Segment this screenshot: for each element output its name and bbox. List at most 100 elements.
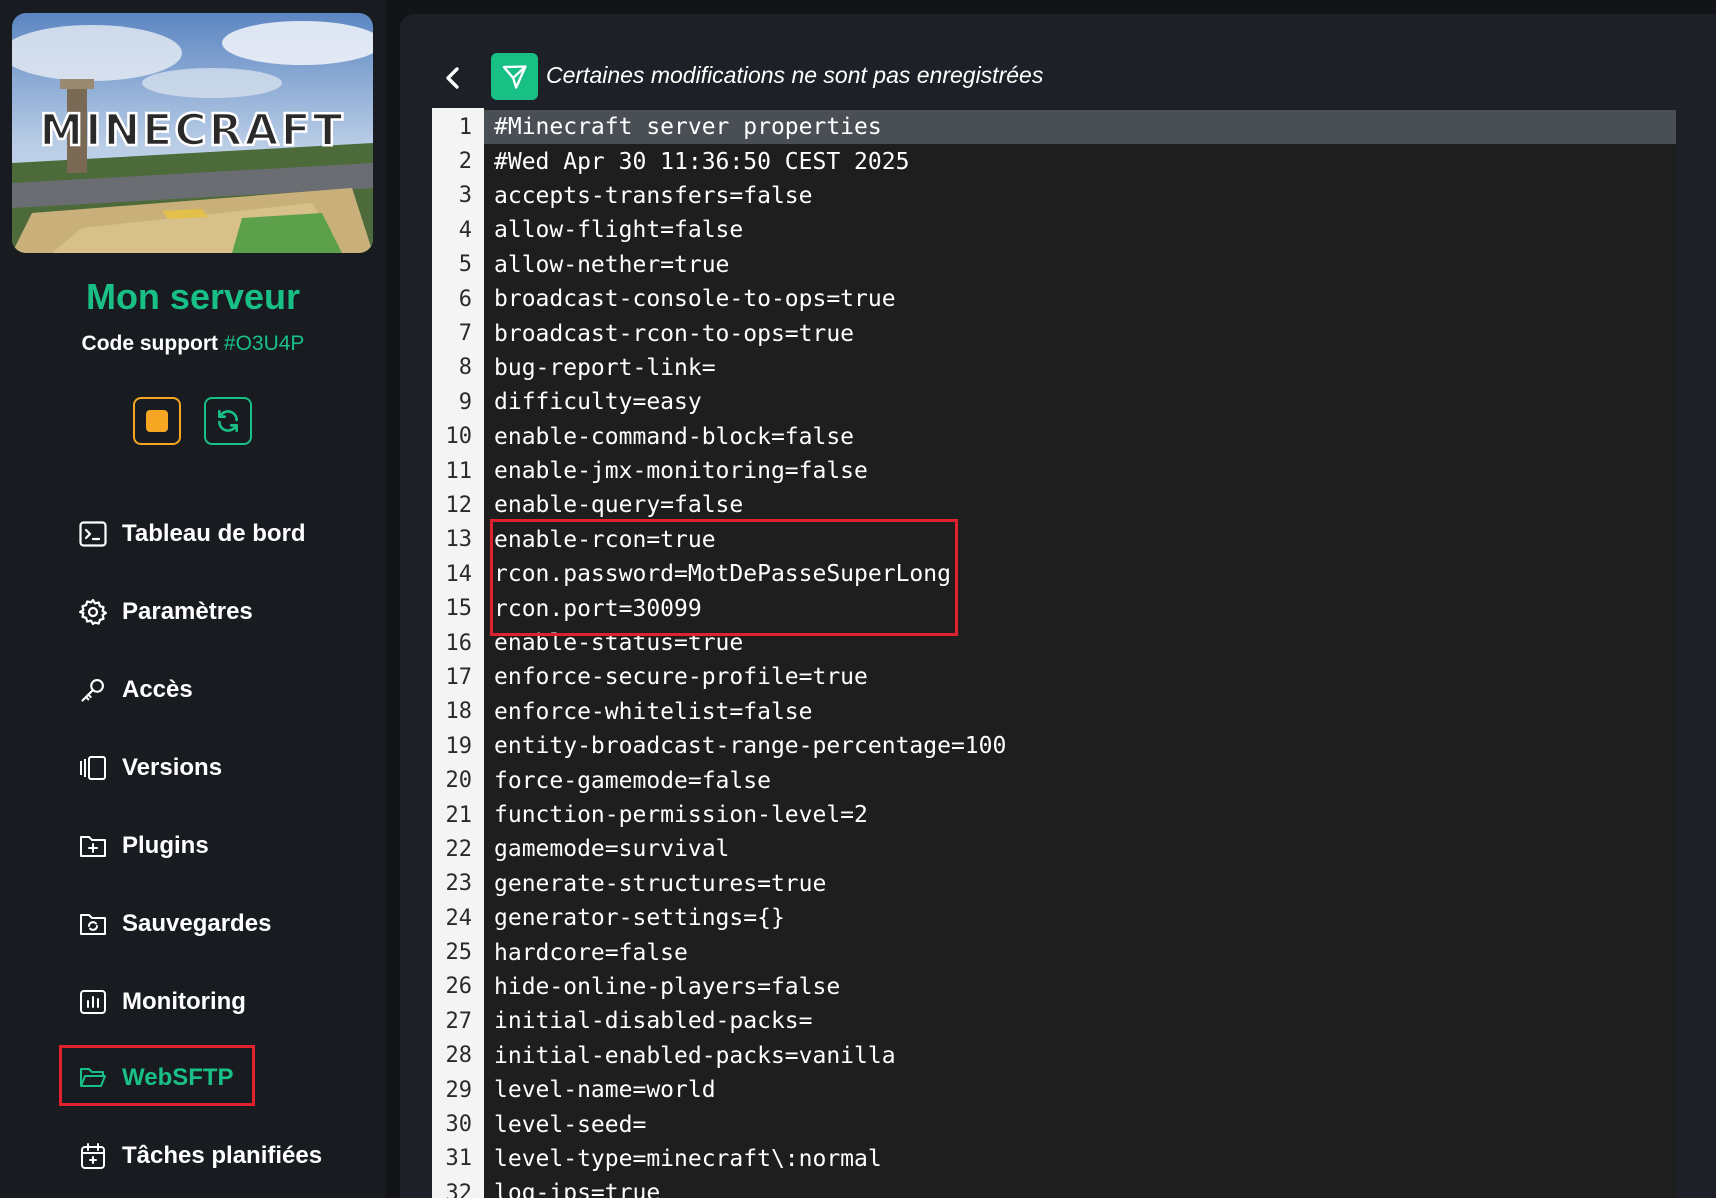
- line-text[interactable]: allow-nether=true: [484, 252, 729, 278]
- terminal-icon: [78, 519, 108, 549]
- line-text[interactable]: gamemode=survival: [484, 836, 729, 862]
- sidebar-item-parametres[interactable]: Paramètres: [78, 587, 378, 637]
- sidebar-item-tableau-de-bord[interactable]: Tableau de bord: [78, 509, 378, 559]
- line-text[interactable]: #Minecraft server properties: [484, 114, 882, 140]
- code-line[interactable]: 2 #Wed Apr 30 11:36:50 CEST 2025: [432, 144, 1676, 178]
- code-line[interactable]: 6 broadcast-console-to-ops=true: [432, 282, 1676, 316]
- code-line[interactable]: 30 level-seed=: [432, 1107, 1676, 1141]
- line-number: 16: [445, 630, 473, 656]
- code-line[interactable]: 3 accepts-transfers=false: [432, 179, 1676, 213]
- line-text[interactable]: broadcast-rcon-to-ops=true: [484, 321, 854, 347]
- save-send-button[interactable]: [491, 53, 538, 100]
- code-line[interactable]: 19 entity-broadcast-range-percentage=100: [432, 729, 1676, 763]
- support-label: Code support: [81, 332, 219, 355]
- code-line[interactable]: 29 level-name=world: [432, 1073, 1676, 1107]
- sidebar-item-label: Versions: [122, 754, 223, 781]
- code-line[interactable]: 9 difficulty=easy: [432, 385, 1676, 419]
- code-line[interactable]: 27 initial-disabled-packs=: [432, 1004, 1676, 1038]
- code-line[interactable]: 10 enable-command-block=false: [432, 420, 1676, 454]
- line-text[interactable]: generate-structures=true: [484, 871, 826, 897]
- line-number: 18: [445, 699, 473, 725]
- line-text[interactable]: difficulty=easy: [484, 389, 702, 415]
- line-text[interactable]: enable-jmx-monitoring=false: [484, 458, 868, 484]
- code-line[interactable]: 7 broadcast-rcon-to-ops=true: [432, 316, 1676, 350]
- code-lines[interactable]: 1 #Minecraft server properties 2 #Wed Apr 3…: [432, 110, 1676, 1198]
- code-line[interactable]: 28 initial-enabled-packs=vanilla: [432, 1039, 1676, 1073]
- line-text[interactable]: function-permission-level=2: [484, 802, 868, 828]
- line-text[interactable]: enforce-whitelist=false: [484, 699, 813, 725]
- line-text[interactable]: accepts-transfers=false: [484, 183, 813, 209]
- line-text[interactable]: log-ips=true: [484, 1180, 660, 1198]
- line-number: 25: [445, 940, 473, 966]
- line-number: 14: [445, 561, 473, 587]
- line-number: 3: [458, 183, 472, 209]
- line-number: 2: [458, 149, 472, 175]
- support-code: #O3U4P: [223, 332, 305, 355]
- line-number: 28: [445, 1043, 473, 1069]
- sidebar-item-versions[interactable]: Versions: [78, 743, 378, 793]
- line-text[interactable]: enforce-secure-profile=true: [484, 664, 868, 690]
- code-line[interactable]: 26 hide-online-players=false: [432, 970, 1676, 1004]
- sidebar-item-plugins[interactable]: Plugins: [78, 821, 378, 871]
- line-number: 24: [445, 905, 473, 931]
- line-text[interactable]: initial-enabled-packs=vanilla: [484, 1043, 896, 1069]
- line-text[interactable]: generator-settings={}: [484, 905, 785, 931]
- send-icon: [502, 64, 527, 89]
- sidebar-item-taches-planifiees[interactable]: Tâches planifiées: [78, 1131, 378, 1181]
- calendar-icon: [78, 1141, 108, 1171]
- server-name: Mon serveur: [85, 276, 301, 317]
- restart-server-button[interactable]: [204, 397, 252, 445]
- code-line[interactable]: 5 allow-nether=true: [432, 248, 1676, 282]
- code-line[interactable]: 1 #Minecraft server properties: [432, 110, 1676, 145]
- code-line[interactable]: 31 level-type=minecraft\:normal: [432, 1142, 1676, 1176]
- code-line[interactable]: 4 allow-flight=false: [432, 213, 1676, 247]
- code-line[interactable]: 25 hardcore=false: [432, 935, 1676, 969]
- sidebar-item-sauvegardes[interactable]: Sauvegardes: [78, 899, 378, 949]
- sidebar-item-label: Plugins: [122, 832, 209, 859]
- sidebar-item-monitoring[interactable]: Monitoring: [78, 977, 378, 1027]
- code-line[interactable]: 18 enforce-whitelist=false: [432, 695, 1676, 729]
- line-text[interactable]: allow-flight=false: [484, 217, 743, 243]
- code-line[interactable]: 11 enable-jmx-monitoring=false: [432, 454, 1676, 488]
- line-number: 7: [458, 321, 472, 347]
- backup-folder-icon: [78, 909, 108, 939]
- line-text[interactable]: enable-query=false: [484, 492, 743, 518]
- line-text[interactable]: initial-disabled-packs=: [484, 1008, 813, 1034]
- code-line[interactable]: 20 force-gamemode=false: [432, 763, 1676, 797]
- line-text[interactable]: bug-report-link=: [484, 355, 716, 381]
- line-text[interactable]: level-seed=: [484, 1112, 646, 1138]
- chart-icon: [78, 987, 108, 1017]
- line-text[interactable]: broadcast-console-to-ops=true: [484, 286, 896, 312]
- code-line[interactable]: 17 enforce-secure-profile=true: [432, 660, 1676, 694]
- line-number: 17: [445, 664, 473, 690]
- code-line[interactable]: 23 generate-structures=true: [432, 867, 1676, 901]
- line-text[interactable]: level-type=minecraft\:normal: [484, 1146, 882, 1172]
- minecraft-logo: MINECRAFT: [39, 105, 344, 156]
- code-line[interactable]: 22 gamemode=survival: [432, 832, 1676, 866]
- folder-plus-icon: [78, 831, 108, 861]
- line-text[interactable]: hardcore=false: [484, 940, 688, 966]
- code-line[interactable]: 24 generator-settings={}: [432, 901, 1676, 935]
- line-number: 10: [445, 424, 473, 450]
- code-editor[interactable]: 1 #Minecraft server properties 2 #Wed Apr 3…: [432, 108, 1676, 1198]
- back-button[interactable]: [435, 60, 471, 96]
- stop-server-button[interactable]: [133, 397, 181, 445]
- line-text[interactable]: #Wed Apr 30 11:36:50 CEST 2025: [484, 149, 909, 175]
- line-number: 19: [445, 733, 473, 759]
- line-text[interactable]: hide-online-players=false: [484, 974, 840, 1000]
- code-line[interactable]: 21 function-permission-level=2: [432, 798, 1676, 832]
- line-text[interactable]: force-gamemode=false: [484, 768, 771, 794]
- unsaved-changes-notice: Certaines modifications ne sont pas enre…: [546, 62, 1044, 88]
- code-line[interactable]: 32 log-ips=true: [432, 1176, 1676, 1198]
- sidebar: MINECRAFT Mon serveur Code support #O3U4…: [0, 0, 386, 1198]
- code-line[interactable]: 8 bug-report-link=: [432, 351, 1676, 385]
- sidebar-item-acces[interactable]: Accès: [78, 665, 378, 715]
- support-code-line: Code support #O3U4P: [0, 332, 386, 356]
- line-text[interactable]: enable-command-block=false: [484, 424, 854, 450]
- line-number: 12: [445, 492, 473, 518]
- line-text[interactable]: entity-broadcast-range-percentage=100: [484, 733, 1006, 759]
- line-text[interactable]: level-name=world: [484, 1077, 716, 1103]
- code-line[interactable]: 12 enable-query=false: [432, 488, 1676, 522]
- line-number: 31: [445, 1146, 473, 1172]
- sidebar-item-label: Tableau de bord: [122, 520, 306, 547]
